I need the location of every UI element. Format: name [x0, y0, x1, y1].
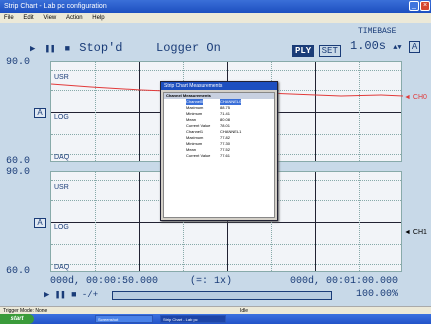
timeline-stop-icon[interactable]: ■ — [71, 290, 76, 300]
ch1-marker: ◄ CH1 — [404, 229, 427, 236]
menu-bar: File Edit View Action Help — [0, 13, 431, 23]
ch0-arrow-icon: ◄ — [404, 94, 411, 101]
timeline-play-icon[interactable]: ▶ — [44, 290, 49, 300]
timebase-control: 1.00s ▲▼ A — [350, 39, 421, 53]
top-ymin: 60.0 — [6, 156, 31, 167]
menu-help[interactable]: Help — [92, 15, 104, 21]
bottom-ymax: 90.0 — [6, 167, 31, 178]
timebase-stepper-icon[interactable]: ▲▼ — [393, 44, 401, 52]
timeline-start: 000d, 00:00:50.000 — [50, 276, 159, 287]
taskbar: start Screenshot Strip Chart - Lab pc — [0, 314, 431, 324]
menu-edit[interactable]: Edit — [23, 15, 33, 21]
minimize-button[interactable]: _ — [409, 1, 419, 11]
top-ymax: 90.0 — [6, 57, 31, 68]
measurement-key: Current Value — [186, 153, 211, 158]
start-button[interactable]: start — [0, 314, 34, 324]
stop-icon[interactable]: ■ — [65, 44, 70, 54]
set-button[interactable]: SET — [318, 45, 341, 57]
timeline-end: 000d, 00:01:00.000 — [290, 276, 399, 287]
bottom-ymin: 60.0 — [6, 266, 31, 277]
window-title: Strip Chart - Lab pc configuration — [4, 3, 107, 10]
top-auto-button[interactable]: A — [34, 108, 46, 118]
measurement-row[interactable]: Current Value 77.61 — [164, 153, 274, 159]
logger-status: Logger On — [156, 41, 221, 55]
taskbar-item-stripchart[interactable]: Strip Chart - Lab pc — [160, 315, 226, 323]
menu-action[interactable]: Action — [66, 15, 83, 21]
timeline-percent: 100.00% — [356, 289, 399, 300]
status-bar: Trigger Mode: None Idle — [0, 306, 431, 314]
bottom-auto-button[interactable]: A — [34, 218, 46, 228]
measurements-table: Channel Measurements Channel0 CHANNEL0 Max… — [163, 92, 275, 218]
timeline-zoom: (=: 1x) — [190, 276, 233, 287]
strip-chart-area: ▶ ❚❚ ■ Stop'd Logger On PLY SET TIMEBASE… — [0, 23, 431, 306]
timebase-label: TIMEBASE — [358, 27, 397, 36]
timeline-controls: ▶ ❚❚ ■ -/+ — [44, 290, 98, 300]
bottom-log-label: LOG — [54, 224, 69, 231]
run-status: Stop'd — [79, 41, 123, 55]
window-title-bar: Strip Chart - Lab pc configuration _ × — [0, 0, 431, 13]
ch1-arrow-icon: ◄ — [404, 229, 411, 236]
menu-view[interactable]: View — [43, 15, 56, 21]
ply-button[interactable]: PLY — [292, 45, 315, 57]
measurements-dialog: Strip Chart Measurements Channel Measure… — [160, 81, 278, 221]
pause-icon[interactable]: ❚❚ — [45, 44, 56, 54]
ch0-label: CH0 — [412, 94, 427, 101]
measurements-dialog-title: Strip Chart Measurements — [161, 82, 277, 90]
transport-bar: ▶ ❚❚ ■ Stop'd — [30, 41, 123, 55]
timeline-scroll-label: -/+ — [81, 290, 99, 300]
timebase-value: 1.00s — [350, 39, 387, 53]
timeline-scroll-thumb[interactable] — [113, 292, 331, 299]
timeline-pause-icon[interactable]: ❚❚ — [55, 290, 66, 300]
ch0-marker: ◄ CH0 — [404, 94, 427, 101]
close-button[interactable]: × — [420, 1, 430, 11]
mode-buttons: PLY SET — [292, 40, 341, 58]
ch1-label: CH1 — [412, 229, 427, 236]
measurement-value: 77.61 — [220, 153, 231, 158]
bottom-usr-label: USR — [54, 184, 69, 191]
timebase-auto-button[interactable]: A — [408, 41, 421, 53]
taskbar-item-screenshot[interactable]: Screenshot — [95, 315, 153, 323]
play-icon[interactable]: ▶ — [30, 44, 35, 54]
timeline-scrollbar[interactable] — [112, 291, 332, 300]
menu-file[interactable]: File — [4, 15, 14, 21]
bottom-daq-label: DAQ — [54, 264, 70, 271]
